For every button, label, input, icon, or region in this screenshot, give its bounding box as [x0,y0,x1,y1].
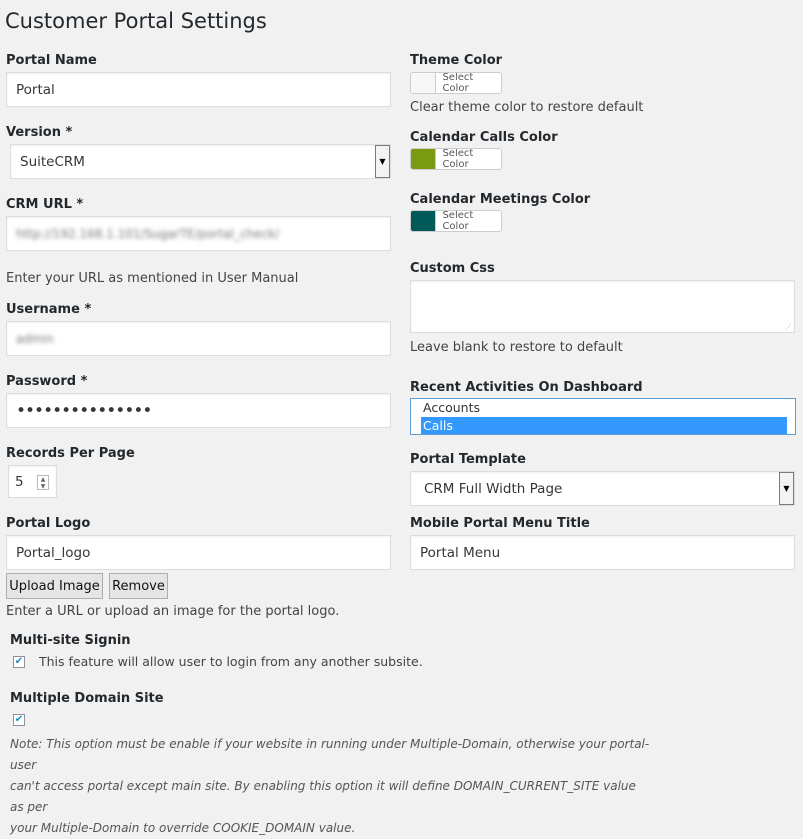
crm-url-label: CRM URL * [6,197,84,212]
password-label: Password * [6,374,88,389]
spinner-down-icon[interactable]: ▼ [41,483,46,490]
page-title: Customer Portal Settings [5,9,267,33]
crm-url-value: http://192.168.1.101/SugarTE/portal_chec… [16,226,280,241]
theme-color-label: Theme Color [410,53,503,68]
spinner-up-icon[interactable]: ▲ [41,476,46,483]
calendar-calls-color-button-label: Select Color [436,149,501,169]
recent-activities-label: Recent Activities On Dashboard [410,380,643,395]
username-input[interactable]: admin [6,321,391,356]
chevron-down-icon[interactable]: ▼ [375,145,390,178]
multi-site-text: This feature will allow user to login fr… [39,654,423,669]
theme-color-button[interactable]: Select Color [410,72,502,94]
list-item-accounts[interactable]: Accounts [421,400,787,417]
remove-button[interactable]: Remove [109,573,168,599]
portal-logo-help: Enter a URL or upload an image for the p… [6,604,340,619]
multiple-domain-note: Note: This option must be enable if your… [10,734,650,839]
custom-css-textarea[interactable]: ⋰ [410,280,795,333]
password-input[interactable]: ••••••••••••••• [6,393,391,428]
crm-url-help: Enter your URL as mentioned in User Manu… [6,271,299,286]
theme-color-help: Clear theme color to restore default [410,100,644,115]
multiple-domain-checkbox[interactable]: ✔ [13,714,25,726]
username-label: Username * [6,302,92,317]
portal-logo-label: Portal Logo [6,516,91,531]
calendar-meetings-color-label: Calendar Meetings Color [410,192,591,207]
resize-grip-icon[interactable]: ⋰ [785,323,792,331]
calendar-calls-color-swatch [411,149,437,169]
calendar-calls-color-label: Calendar Calls Color [410,130,558,145]
recent-activities-listbox[interactable]: Accounts Calls [410,398,796,435]
portal-template-label: Portal Template [410,452,526,467]
chevron-down-icon[interactable]: ▼ [779,472,794,505]
password-value: ••••••••••••••• [16,400,152,421]
custom-css-help: Leave blank to restore to default [410,340,623,355]
calendar-meetings-color-button[interactable]: Select Color [410,210,502,232]
version-select[interactable]: SuiteCRM ▼ [10,144,391,179]
records-per-page-label: Records Per Page [6,446,135,461]
multi-site-checkbox[interactable]: ✔ [13,656,25,668]
theme-color-button-label: Select Color [436,73,501,93]
records-per-page-stepper[interactable]: 5 ▲ ▼ [8,465,57,498]
calendar-meetings-color-swatch [411,211,437,231]
theme-color-swatch [411,73,437,93]
check-icon: ✔ [14,656,24,667]
multi-site-label: Multi-site Signin [10,633,131,648]
upload-image-button[interactable]: Upload Image [6,573,103,599]
mobile-menu-title-value: Portal Menu [420,544,501,561]
calendar-meetings-color-button-label: Select Color [436,211,501,231]
spinner-arrows-icon[interactable]: ▲ ▼ [37,475,49,490]
username-value: admin [16,331,54,346]
crm-url-input[interactable]: http://192.168.1.101/SugarTE/portal_chec… [6,216,391,251]
calendar-calls-color-button[interactable]: Select Color [410,148,502,170]
portal-logo-value: Portal_logo [16,544,91,561]
portal-name-value: Portal [16,81,55,98]
mobile-menu-title-label: Mobile Portal Menu Title [410,516,590,531]
note-line: your Multiple-Domain to override COOKIE_… [10,821,356,835]
multiple-domain-label: Multiple Domain Site [10,691,164,706]
note-line: Note: This option must be enable if your… [10,737,650,772]
custom-css-label: Custom Css [410,261,495,276]
portal-template-value: CRM Full Width Page [424,480,563,497]
records-per-page-value: 5 [15,473,24,490]
version-value: SuiteCRM [20,153,85,170]
check-icon: ✔ [14,714,24,725]
version-label: Version * [6,125,73,140]
list-item-calls[interactable]: Calls [421,417,787,434]
portal-name-label: Portal Name [6,53,97,68]
mobile-menu-title-input[interactable]: Portal Menu [410,535,795,570]
portal-name-input[interactable]: Portal [6,72,391,107]
note-line: can't access portal except main site. By… [10,779,636,814]
portal-logo-input[interactable]: Portal_logo [6,535,391,570]
portal-template-select[interactable]: CRM Full Width Page ▼ [410,471,795,506]
